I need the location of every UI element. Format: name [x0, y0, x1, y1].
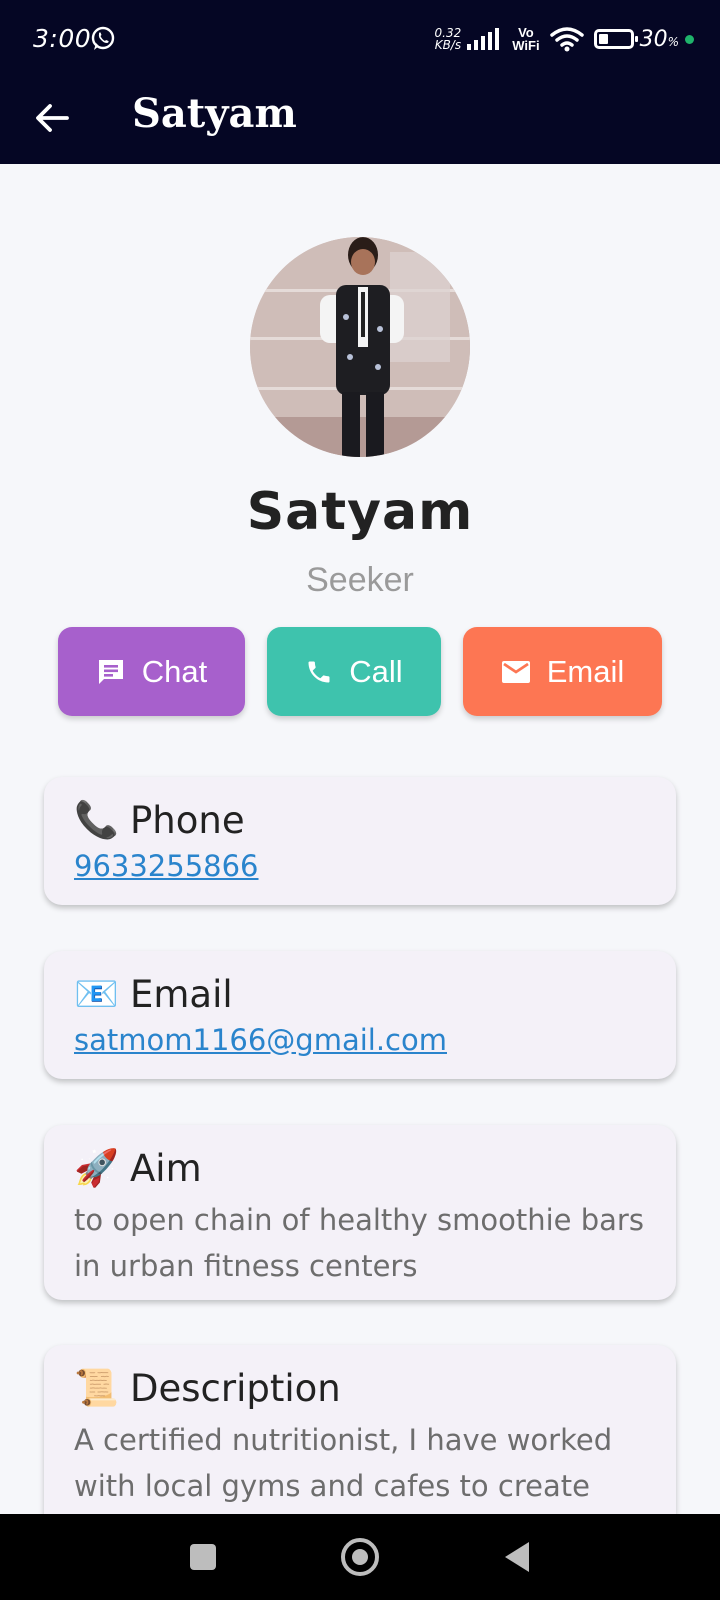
net-speed: 0.32 KB/s — [434, 26, 462, 52]
battery-icon — [593, 29, 638, 49]
battery-fill — [598, 34, 608, 44]
phone-card-title: Phone — [130, 798, 245, 842]
home-icon[interactable] — [341, 1538, 379, 1576]
envelope-icon: 📧 — [74, 974, 119, 1015]
mail-icon — [501, 660, 530, 683]
vowifi-indicator: Vo WiFi — [512, 25, 540, 53]
email-link[interactable]: satmom1166@gmail.com — [74, 1023, 646, 1057]
profile-role: Seeker — [306, 561, 414, 599]
wifi-icon — [549, 27, 584, 52]
telephone-icon: 📞 — [74, 800, 119, 841]
status-bar: 3:00 0.32 KB/s Vo WiFi 30% — [0, 0, 720, 80]
aim-card: 🚀 Aim to open chain of healthy smoothie … — [44, 1125, 676, 1300]
email-button-label: Email — [546, 653, 625, 689]
chat-button[interactable]: Chat — [58, 627, 245, 716]
email-button[interactable]: Email — [463, 627, 662, 716]
signal-icon — [467, 28, 502, 50]
system-nav-bar — [0, 1514, 720, 1600]
aim-card-title: Aim — [130, 1146, 202, 1190]
privacy-dot — [685, 34, 694, 44]
status-icons: 0.32 KB/s Vo WiFi 30% — [435, 22, 694, 56]
call-button-label: Call — [349, 653, 403, 689]
email-card: 📧 Email satmom1166@gmail.com — [44, 951, 676, 1079]
phone-card: 📞 Phone 9633255866 — [44, 777, 676, 905]
description-card-title: Description — [130, 1366, 341, 1410]
whatsapp-icon — [91, 26, 115, 50]
app-bar: Satyam — [0, 80, 720, 164]
arrow-left-icon — [36, 104, 69, 132]
chat-icon — [98, 659, 123, 684]
phone-icon — [308, 661, 330, 682]
profile-photo — [250, 237, 470, 457]
battery-percent: 30% — [639, 26, 679, 52]
recent-apps-icon[interactable] — [190, 1544, 216, 1570]
rocket-icon: 🚀 — [74, 1148, 119, 1189]
scroll-icon: 📜 — [74, 1368, 119, 1409]
back-button[interactable] — [30, 96, 74, 140]
call-button[interactable]: Call — [267, 627, 441, 716]
aim-text: to open chain of healthy smoothie bars i… — [74, 1203, 644, 1283]
description-text: A certified nutritionist, I have worked … — [74, 1423, 613, 1503]
page-title: Satyam — [132, 90, 297, 137]
chat-button-label: Chat — [141, 653, 208, 689]
status-time: 3:00 — [33, 24, 92, 53]
back-icon[interactable] — [505, 1542, 529, 1572]
profile-name: Satyam — [246, 482, 474, 542]
email-card-title: Email — [130, 972, 233, 1016]
avatar[interactable] — [250, 237, 470, 457]
phone-link[interactable]: 9633255866 — [74, 849, 646, 883]
